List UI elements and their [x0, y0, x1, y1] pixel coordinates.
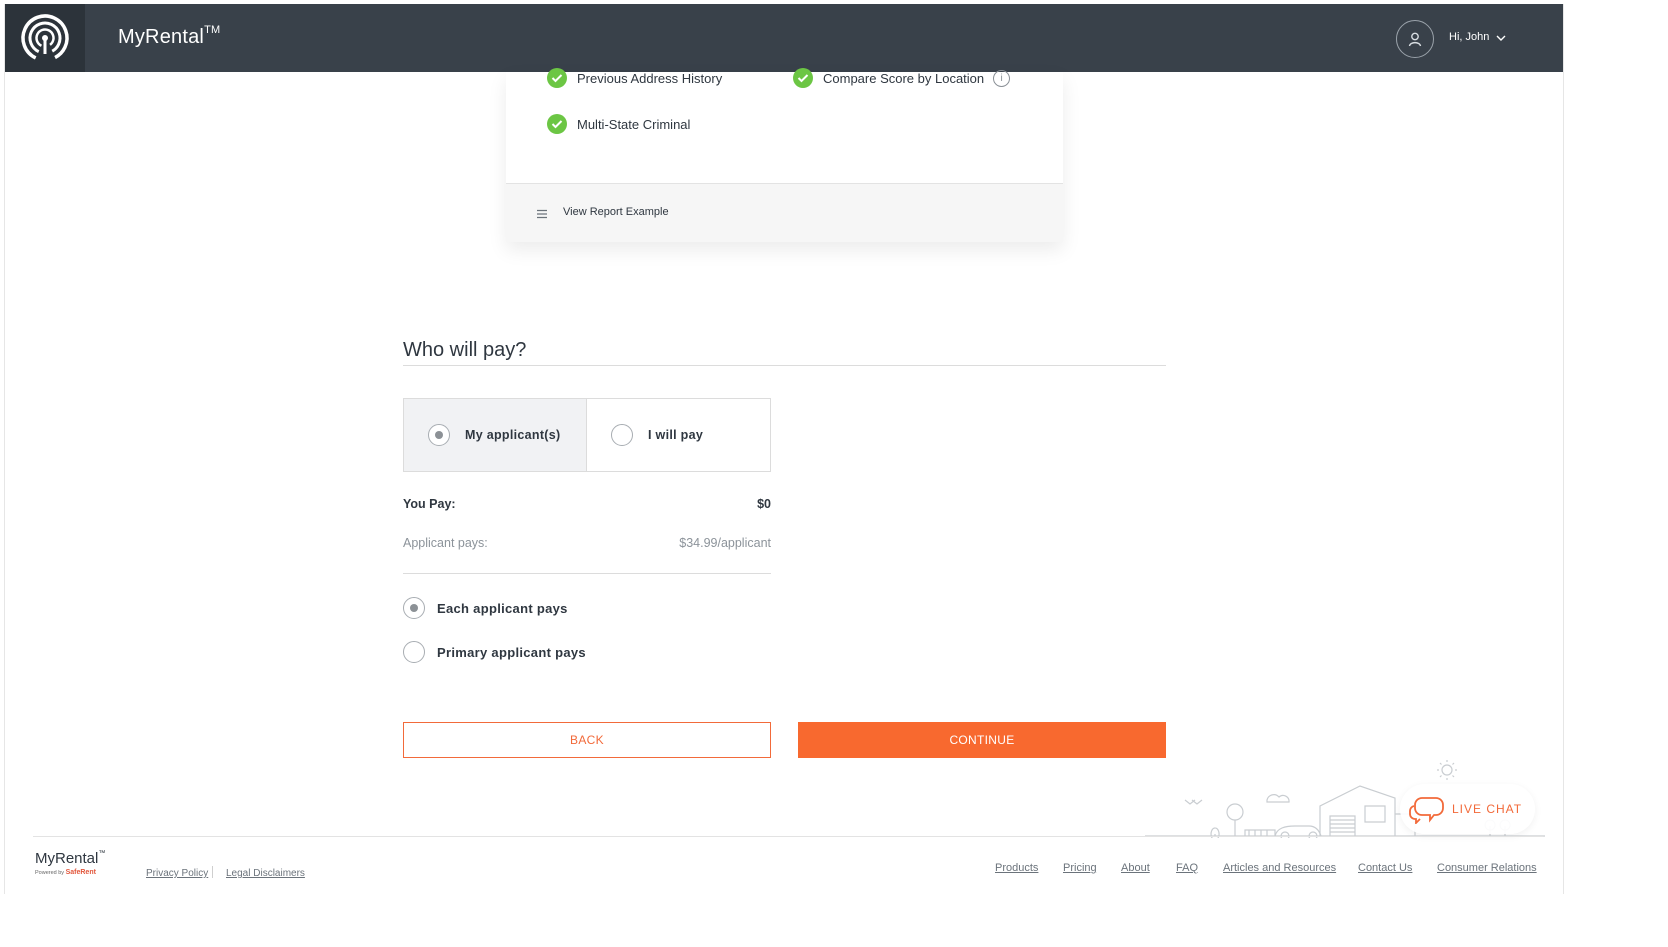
footer-nav-products[interactable]: Products: [995, 862, 1038, 874]
section-title: Who will pay?: [403, 339, 527, 361]
applicant-pays-value: $34.99/applicant: [679, 536, 771, 550]
radio-selected-icon: [403, 597, 425, 619]
radio-empty-icon: [403, 641, 425, 663]
view-report-link[interactable]: View Report Example: [563, 206, 669, 218]
feature-multi-state-criminal: Multi-State Criminal: [547, 114, 690, 134]
footer-nav-about[interactable]: About: [1121, 862, 1150, 874]
you-pay-value: $0: [757, 497, 771, 511]
checkmark-icon: [793, 68, 813, 88]
footer-logo[interactable]: MyRental™: [35, 850, 105, 867]
footer-nav-faq[interactable]: FAQ: [1176, 862, 1198, 874]
feature-compare-score: Compare Score by Location i: [793, 68, 1011, 88]
applicant-pays-row: Applicant pays: $34.99/applicant: [403, 536, 771, 550]
you-pay-label: You Pay:: [403, 497, 456, 511]
legal-disclaimers-link[interactable]: Legal Disclaimers: [226, 868, 305, 879]
top-header: MyRentalTM Hi, John: [5, 4, 1563, 72]
user-icon[interactable]: [1396, 20, 1434, 58]
divider: [403, 365, 1166, 366]
live-chat-label: LIVE CHAT: [1452, 802, 1523, 816]
radio-each-applicant[interactable]: Each applicant pays: [403, 597, 568, 619]
page-frame: MyRentalTM Hi, John Previous Address His…: [4, 4, 1564, 894]
chevron-down-icon[interactable]: [1495, 30, 1507, 48]
footer-nav-consumer-relations[interactable]: Consumer Relations: [1437, 862, 1537, 874]
footer-nav-contact[interactable]: Contact Us: [1358, 862, 1412, 874]
footer-nav-articles[interactable]: Articles and Resources: [1223, 862, 1336, 874]
payer-toggle: My applicant(s) I will pay: [403, 398, 771, 472]
radio-primary-applicant[interactable]: Primary applicant pays: [403, 641, 586, 663]
info-icon[interactable]: i: [993, 69, 1011, 87]
checkmark-icon: [547, 68, 567, 88]
live-chat-button[interactable]: LIVE CHAT: [1400, 784, 1535, 834]
view-report-bar[interactable]: View Report Example: [506, 183, 1063, 242]
radio-selected-icon: [428, 424, 450, 446]
option-my-applicants[interactable]: My applicant(s): [404, 399, 587, 471]
footer-divider: [33, 836, 1543, 837]
applicant-pays-label: Applicant pays:: [403, 536, 488, 550]
footer-nav-pricing[interactable]: Pricing: [1063, 862, 1097, 874]
logo-icon[interactable]: [5, 4, 85, 72]
divider: [403, 573, 771, 574]
you-pay-row: You Pay: $0: [403, 497, 771, 511]
privacy-policy-link[interactable]: Privacy Policy: [146, 868, 208, 879]
option-i-will-pay[interactable]: I will pay: [587, 399, 770, 471]
list-icon: [536, 206, 548, 224]
app-title: MyRentalTM: [118, 24, 221, 48]
continue-button[interactable]: CONTINUE: [798, 722, 1166, 758]
user-greeting[interactable]: Hi, John: [1449, 31, 1489, 43]
back-button[interactable]: BACK: [403, 722, 771, 758]
footer-separator: [212, 866, 213, 878]
report-features-card: Previous Address History Compare Score b…: [506, 68, 1063, 242]
checkmark-icon: [547, 114, 567, 134]
radio-empty-icon: [611, 424, 633, 446]
chat-bubble-icon: [1409, 797, 1444, 824]
feature-previous-address: Previous Address History: [547, 68, 722, 88]
powered-by: Powered by SafeRent: [35, 869, 96, 876]
